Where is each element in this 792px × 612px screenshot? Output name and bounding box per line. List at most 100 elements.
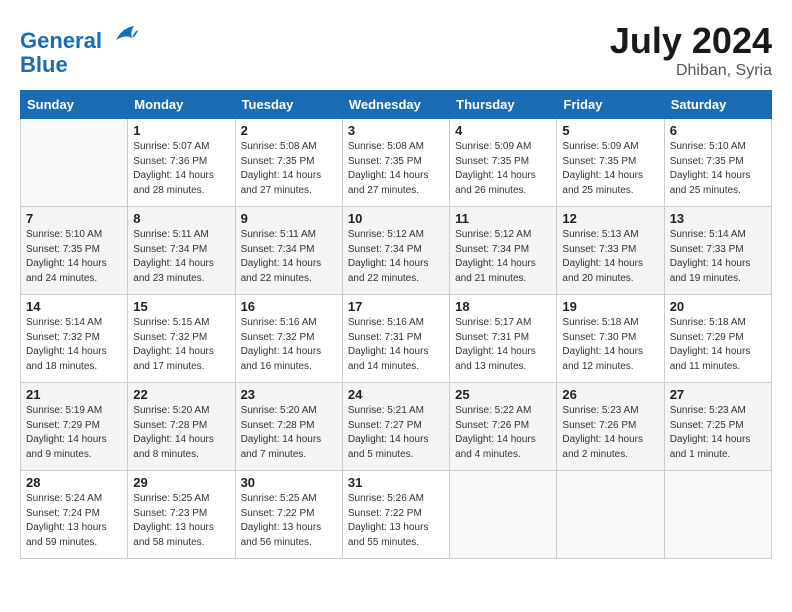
cell-info: Sunrise: 5:18 AM Sunset: 7:29 PM Dayligh… <box>670 316 766 374</box>
day-number: 14 <box>26 299 122 314</box>
day-number: 19 <box>562 299 658 314</box>
month-year-title: July 2024 <box>610 20 772 62</box>
calendar-cell: 22 Sunrise: 5:20 AM Sunset: 7:28 PM Dayli… <box>128 383 235 471</box>
calendar-cell: 20 Sunrise: 5:18 AM Sunset: 7:29 PM Dayli… <box>664 295 771 383</box>
calendar-cell: 5Sunrise: 5:09 AM Sunset: 7:35 PM Daylig… <box>557 119 664 207</box>
day-number: 20 <box>670 299 766 314</box>
day-number: 22 <box>133 387 229 402</box>
weekday-header-saturday: Saturday <box>664 91 771 119</box>
calendar-cell: 26 Sunrise: 5:23 AM Sunset: 7:26 PM Dayli… <box>557 383 664 471</box>
week-row-5: 28Sunrise: 5:24 AM Sunset: 7:24 PM Dayli… <box>21 471 772 559</box>
cell-info: Sunrise: 5:07 AM Sunset: 7:36 PM Dayligh… <box>133 140 229 198</box>
day-number: 7 <box>26 211 122 226</box>
logo-bird-icon <box>112 20 140 48</box>
page-header: General Blue July 2024 Dhiban, Syria <box>20 20 772 80</box>
day-number: 24 <box>348 387 444 402</box>
calendar-cell: 27 Sunrise: 5:23 AM Sunset: 7:25 PM Dayli… <box>664 383 771 471</box>
calendar-table: SundayMondayTuesdayWednesdayThursdayFrid… <box>20 90 772 559</box>
calendar-cell: 17 Sunrise: 5:16 AM Sunset: 7:31 PM Dayli… <box>342 295 449 383</box>
cell-info: Sunrise: 5:11 AM Sunset: 7:34 PM Dayligh… <box>133 228 229 286</box>
calendar-cell: 9 Sunrise: 5:11 AM Sunset: 7:34 PM Daylig… <box>235 207 342 295</box>
day-number: 30 <box>241 475 337 490</box>
day-number: 6 <box>670 123 766 138</box>
calendar-cell: 3 Sunrise: 5:08 AM Sunset: 7:35 PM Daylig… <box>342 119 449 207</box>
day-number: 9 <box>241 211 337 226</box>
location-subtitle: Dhiban, Syria <box>610 62 772 80</box>
calendar-cell: 29 Sunrise: 5:25 AM Sunset: 7:23 PM Dayli… <box>128 471 235 559</box>
cell-info: Sunrise: 5:12 AM Sunset: 7:34 PM Dayligh… <box>455 228 551 286</box>
day-number: 3 <box>348 123 444 138</box>
cell-info: Sunrise: 5:10 AM Sunset: 7:35 PM Dayligh… <box>670 140 766 198</box>
cell-info: Sunrise: 5:20 AM Sunset: 7:28 PM Dayligh… <box>133 404 229 462</box>
cell-info: Sunrise: 5:19 AM Sunset: 7:29 PM Dayligh… <box>26 404 122 462</box>
day-number: 11 <box>455 211 551 226</box>
logo-general: General <box>20 28 102 53</box>
week-row-4: 21 Sunrise: 5:19 AM Sunset: 7:29 PM Dayli… <box>21 383 772 471</box>
week-row-3: 14Sunrise: 5:14 AM Sunset: 7:32 PM Dayli… <box>21 295 772 383</box>
cell-info: Sunrise: 5:25 AM Sunset: 7:23 PM Dayligh… <box>133 492 229 550</box>
day-number: 29 <box>133 475 229 490</box>
calendar-cell: 30Sunrise: 5:25 AM Sunset: 7:22 PM Dayli… <box>235 471 342 559</box>
cell-info: Sunrise: 5:14 AM Sunset: 7:33 PM Dayligh… <box>670 228 766 286</box>
logo: General Blue <box>20 20 140 77</box>
day-number: 15 <box>133 299 229 314</box>
day-number: 17 <box>348 299 444 314</box>
cell-info: Sunrise: 5:16 AM Sunset: 7:31 PM Dayligh… <box>348 316 444 374</box>
cell-info: Sunrise: 5:09 AM Sunset: 7:35 PM Dayligh… <box>562 140 658 198</box>
cell-info: Sunrise: 5:23 AM Sunset: 7:25 PM Dayligh… <box>670 404 766 462</box>
calendar-cell <box>664 471 771 559</box>
weekday-header-sunday: Sunday <box>21 91 128 119</box>
cell-info: Sunrise: 5:12 AM Sunset: 7:34 PM Dayligh… <box>348 228 444 286</box>
calendar-cell: 19 Sunrise: 5:18 AM Sunset: 7:30 PM Dayli… <box>557 295 664 383</box>
day-number: 10 <box>348 211 444 226</box>
day-number: 4 <box>455 123 551 138</box>
cell-info: Sunrise: 5:23 AM Sunset: 7:26 PM Dayligh… <box>562 404 658 462</box>
calendar-cell: 21 Sunrise: 5:19 AM Sunset: 7:29 PM Dayli… <box>21 383 128 471</box>
cell-info: Sunrise: 5:17 AM Sunset: 7:31 PM Dayligh… <box>455 316 551 374</box>
calendar-cell: 16Sunrise: 5:16 AM Sunset: 7:32 PM Dayli… <box>235 295 342 383</box>
day-number: 21 <box>26 387 122 402</box>
cell-info: Sunrise: 5:21 AM Sunset: 7:27 PM Dayligh… <box>348 404 444 462</box>
calendar-cell: 7 Sunrise: 5:10 AM Sunset: 7:35 PM Daylig… <box>21 207 128 295</box>
day-number: 26 <box>562 387 658 402</box>
cell-info: Sunrise: 5:18 AM Sunset: 7:30 PM Dayligh… <box>562 316 658 374</box>
cell-info: Sunrise: 5:09 AM Sunset: 7:35 PM Dayligh… <box>455 140 551 198</box>
cell-info: Sunrise: 5:08 AM Sunset: 7:35 PM Dayligh… <box>241 140 337 198</box>
cell-info: Sunrise: 5:08 AM Sunset: 7:35 PM Dayligh… <box>348 140 444 198</box>
logo-blue: Blue <box>20 52 68 77</box>
day-number: 8 <box>133 211 229 226</box>
calendar-cell: 1 Sunrise: 5:07 AM Sunset: 7:36 PM Daylig… <box>128 119 235 207</box>
calendar-cell <box>450 471 557 559</box>
cell-info: Sunrise: 5:16 AM Sunset: 7:32 PM Dayligh… <box>241 316 337 374</box>
cell-info: Sunrise: 5:11 AM Sunset: 7:34 PM Dayligh… <box>241 228 337 286</box>
day-number: 23 <box>241 387 337 402</box>
day-number: 25 <box>455 387 551 402</box>
calendar-cell: 15 Sunrise: 5:15 AM Sunset: 7:32 PM Dayli… <box>128 295 235 383</box>
day-number: 27 <box>670 387 766 402</box>
calendar-cell: 31Sunrise: 5:26 AM Sunset: 7:22 PM Dayli… <box>342 471 449 559</box>
week-row-2: 7 Sunrise: 5:10 AM Sunset: 7:35 PM Daylig… <box>21 207 772 295</box>
calendar-cell: 6 Sunrise: 5:10 AM Sunset: 7:35 PM Daylig… <box>664 119 771 207</box>
calendar-cell: 2 Sunrise: 5:08 AM Sunset: 7:35 PM Daylig… <box>235 119 342 207</box>
weekday-header-thursday: Thursday <box>450 91 557 119</box>
calendar-cell <box>21 119 128 207</box>
calendar-cell: 8 Sunrise: 5:11 AM Sunset: 7:34 PM Daylig… <box>128 207 235 295</box>
weekday-header-friday: Friday <box>557 91 664 119</box>
week-row-1: 1 Sunrise: 5:07 AM Sunset: 7:36 PM Daylig… <box>21 119 772 207</box>
weekday-header-monday: Monday <box>128 91 235 119</box>
cell-info: Sunrise: 5:15 AM Sunset: 7:32 PM Dayligh… <box>133 316 229 374</box>
title-block: July 2024 Dhiban, Syria <box>610 20 772 80</box>
day-number: 28 <box>26 475 122 490</box>
cell-info: Sunrise: 5:20 AM Sunset: 7:28 PM Dayligh… <box>241 404 337 462</box>
cell-info: Sunrise: 5:10 AM Sunset: 7:35 PM Dayligh… <box>26 228 122 286</box>
calendar-cell: 4 Sunrise: 5:09 AM Sunset: 7:35 PM Daylig… <box>450 119 557 207</box>
day-number: 13 <box>670 211 766 226</box>
calendar-cell: 14Sunrise: 5:14 AM Sunset: 7:32 PM Dayli… <box>21 295 128 383</box>
day-number: 1 <box>133 123 229 138</box>
calendar-cell: 11 Sunrise: 5:12 AM Sunset: 7:34 PM Dayli… <box>450 207 557 295</box>
calendar-cell: 23 Sunrise: 5:20 AM Sunset: 7:28 PM Dayli… <box>235 383 342 471</box>
day-number: 31 <box>348 475 444 490</box>
day-number: 12 <box>562 211 658 226</box>
day-number: 2 <box>241 123 337 138</box>
cell-info: Sunrise: 5:22 AM Sunset: 7:26 PM Dayligh… <box>455 404 551 462</box>
